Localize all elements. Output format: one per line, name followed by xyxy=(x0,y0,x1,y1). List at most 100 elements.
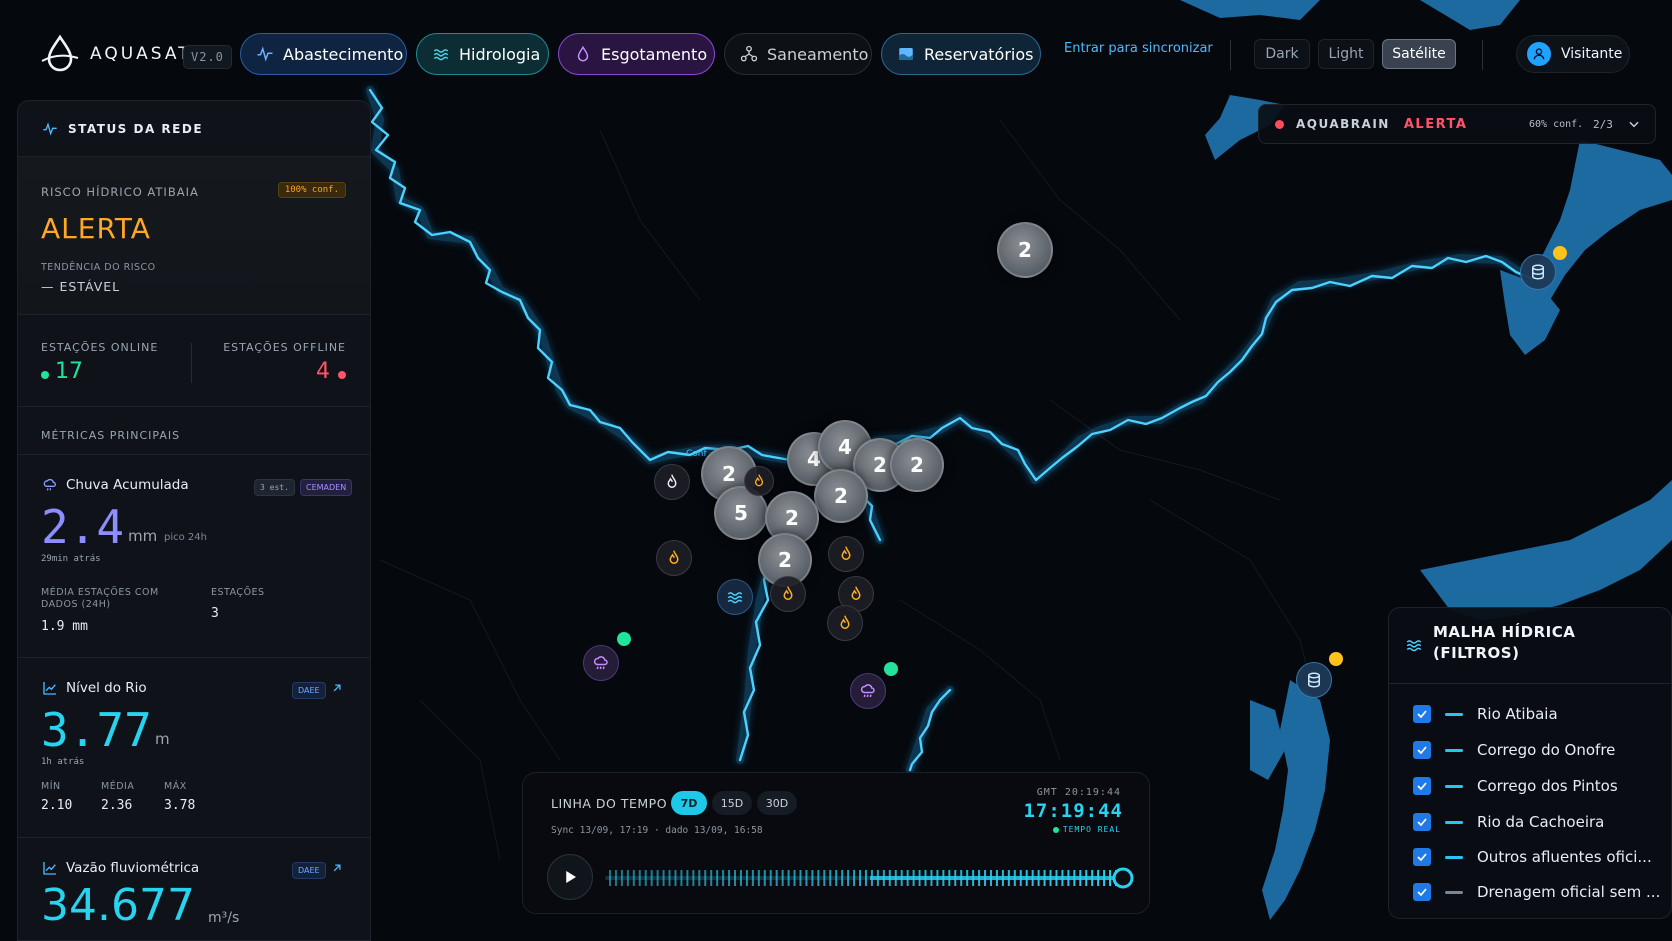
warning-dot xyxy=(1553,246,1567,260)
timeline-tick xyxy=(793,870,796,886)
aquabrain-name: AQUABRAIN xyxy=(1296,117,1390,131)
timeline-tick xyxy=(656,870,659,886)
layer-toggle-corrego-onofre[interactable]: Corrego do Onofre xyxy=(1413,738,1615,762)
checkbox-checked[interactable] xyxy=(1413,813,1431,831)
mode-dark-button[interactable]: Dark xyxy=(1254,39,1310,69)
layer-toggle-drenagem-oficial[interactable]: Drenagem oficial sem ... xyxy=(1413,880,1660,904)
play-button[interactable] xyxy=(547,854,593,900)
timeline-tick xyxy=(829,870,832,886)
layer-label: Drenagem oficial sem ... xyxy=(1477,883,1661,901)
checkbox-checked[interactable] xyxy=(1413,777,1431,795)
range-30d-button[interactable]: 30D xyxy=(757,791,797,815)
tab-abastecimento[interactable]: Abastecimento xyxy=(240,33,407,75)
timeline-tick xyxy=(847,870,850,886)
sync-login-link[interactable]: Entrar para sincronizar xyxy=(1064,41,1213,56)
trend-value: — ESTÁVEL xyxy=(41,279,121,294)
timeline-tick xyxy=(650,870,653,886)
checkbox-checked[interactable] xyxy=(1413,848,1431,866)
rain-value: 2.4 xyxy=(41,500,125,554)
rain-avg-value: 1.9 mm xyxy=(41,619,88,634)
flame-icon xyxy=(851,586,861,600)
stations-count-chip: 3 est. xyxy=(254,479,295,496)
layer-toggle-corrego-pintos[interactable]: Corrego dos Pintos xyxy=(1413,774,1618,798)
layer-toggle-rio-atibaia[interactable]: Rio Atibaia xyxy=(1413,702,1558,726)
cluster-marker[interactable]: 2 xyxy=(997,222,1053,278)
timeline-title: LINHA DO TEMPO xyxy=(551,796,668,811)
mode-light-button[interactable]: Light xyxy=(1318,39,1374,69)
timeline-tick xyxy=(668,870,671,886)
timeline-tick xyxy=(763,870,766,886)
flame-icon xyxy=(841,546,851,560)
reservoir-marker[interactable] xyxy=(1520,254,1556,290)
water-level-marker[interactable] xyxy=(717,579,753,615)
metric-rain[interactable]: Chuva Acumulada 3 est. CEMADEN 2.4 mm pi… xyxy=(18,455,370,658)
rain-avg-label: MÉDIA ESTAÇÕES COM DADOS (24H) xyxy=(41,587,159,610)
network-status-panel: STATUS DA REDE RISCO HÍDRICO ATIBAIA 100… xyxy=(17,100,371,941)
river-value: 3.77 xyxy=(41,703,152,757)
layer-color-swatch xyxy=(1445,855,1463,859)
tab-reservatorios[interactable]: Reservatórios xyxy=(881,33,1041,75)
range-15d-button[interactable]: 15D xyxy=(712,791,752,815)
station-label: Conf xyxy=(686,449,707,459)
metric-river-level[interactable]: Nível do Rio DAEE 3.77 m 1h atrás MÍN 2.… xyxy=(18,658,370,838)
rain-stations-label: ESTAÇÕES xyxy=(211,587,265,598)
river-max-value: 3.78 xyxy=(164,798,196,813)
layer-label: Rio da Cachoeira xyxy=(1477,813,1605,831)
risk-level: ALERTA xyxy=(41,212,151,245)
layer-color-swatch xyxy=(1445,890,1463,894)
fire-marker[interactable] xyxy=(770,576,806,612)
checkbox-checked[interactable] xyxy=(1413,883,1431,901)
version-badge: V2.0 xyxy=(183,45,232,69)
drop-logo-icon xyxy=(41,34,79,72)
metric-flow[interactable]: Vazão fluviométrica DAEE 34.677 m³/s xyxy=(18,838,370,940)
rain-stations-value: 3 xyxy=(211,606,219,621)
user-menu-button[interactable]: Visitante xyxy=(1516,35,1630,73)
fire-marker[interactable] xyxy=(828,536,864,572)
metric-title-row: Vazão fluviométrica xyxy=(42,860,199,876)
timeline-scrubber[interactable] xyxy=(605,855,1135,901)
fire-marker[interactable] xyxy=(827,605,863,641)
rain-station-marker[interactable] xyxy=(850,673,886,709)
cluster-marker[interactable]: 2 xyxy=(890,438,944,492)
timeline-tick xyxy=(662,870,665,886)
rain-cloud-icon xyxy=(43,478,56,491)
cluster-marker[interactable]: 2 xyxy=(814,469,868,523)
fire-marker[interactable] xyxy=(656,540,692,576)
aquabrain-alert-bar[interactable]: AQUABRAIN ALERTA 60% conf. 2/3 xyxy=(1258,104,1656,144)
offline-count: 4 xyxy=(316,359,330,384)
layer-toggle-outros-afluentes[interactable]: Outros afluentes ofici... xyxy=(1413,845,1652,869)
timeline-handle[interactable] xyxy=(1112,867,1134,889)
flame-icon xyxy=(669,550,679,564)
rain-station-marker[interactable] xyxy=(583,645,619,681)
check-icon xyxy=(1417,853,1427,862)
tab-esgotamento[interactable]: Esgotamento xyxy=(558,33,715,75)
chevron-down-icon[interactable] xyxy=(1627,117,1641,134)
fire-marker[interactable] xyxy=(654,464,690,500)
fire-marker[interactable] xyxy=(744,466,774,496)
rain-cloud-icon xyxy=(593,656,608,670)
river-max-label: MÁX xyxy=(164,781,187,792)
external-link-icon[interactable] xyxy=(330,860,344,879)
metrics-heading: MÉTRICAS PRINCIPAIS xyxy=(41,429,181,442)
waves-icon xyxy=(1406,640,1422,652)
trend-label: TENDÊNCIA DO RISCO xyxy=(41,262,156,273)
range-7d-button[interactable]: 7D xyxy=(671,791,707,815)
external-link-icon[interactable] xyxy=(330,680,344,699)
tab-label: Saneamento xyxy=(767,44,869,64)
tab-hidrologia[interactable]: Hidrologia xyxy=(416,33,549,75)
line-chart-icon xyxy=(43,862,56,875)
timeline-tick xyxy=(811,870,814,886)
pulse-icon xyxy=(43,121,57,136)
mode-satellite-button[interactable]: Satélite xyxy=(1382,39,1456,69)
river-min-value: 2.10 xyxy=(41,798,73,813)
tab-saneamento[interactable]: Saneamento xyxy=(724,33,872,75)
app-logo[interactable]: AQUASAT xyxy=(40,34,192,74)
reservoir-marker[interactable] xyxy=(1296,662,1332,698)
checkbox-checked[interactable] xyxy=(1413,741,1431,759)
checkbox-checked[interactable] xyxy=(1413,705,1431,723)
layer-toggle-rio-cachoeira[interactable]: Rio da Cachoeira xyxy=(1413,810,1604,834)
check-icon xyxy=(1417,746,1427,755)
top-bar: AQUASAT V2.0 Abastecimento Hidrologia Es… xyxy=(0,0,1672,100)
timeline-tick xyxy=(680,870,683,886)
filter-panel-header: MALHA HÍDRICA (FILTROS) xyxy=(1405,622,1613,664)
